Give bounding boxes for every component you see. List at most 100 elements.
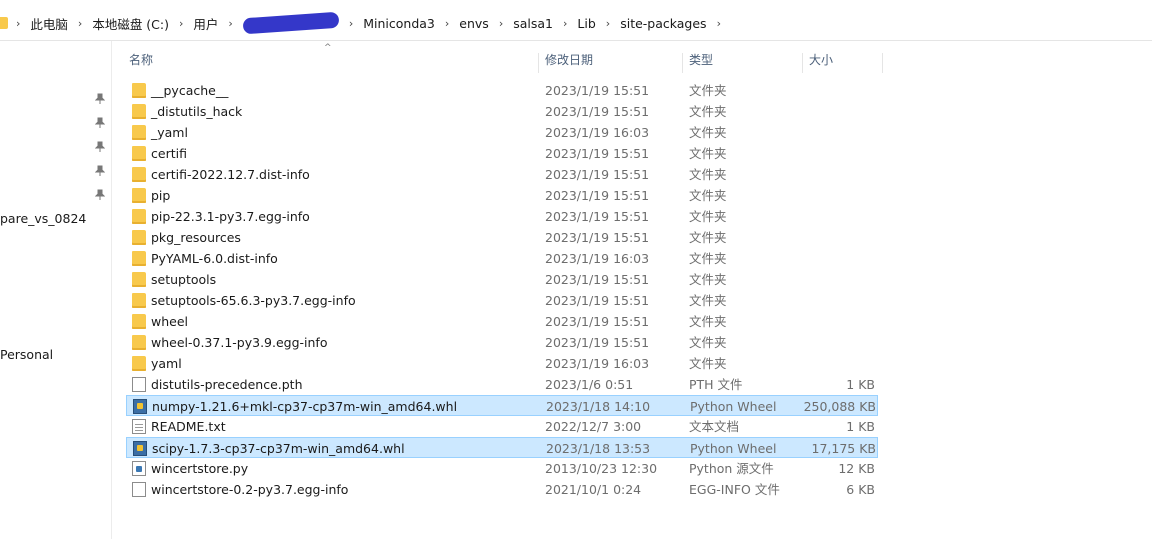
- file-date-modified: 2023/1/19 16:03: [545, 356, 650, 371]
- file-type: 文件夹: [689, 356, 727, 371]
- file-name: wincertstore-0.2-py3.7.egg-info: [151, 482, 349, 497]
- nav-item-personal[interactable]: Personal: [0, 347, 53, 362]
- file-name: __pycache__: [151, 83, 229, 98]
- file-date-modified: 2023/1/19 15:51: [545, 104, 650, 119]
- file-date-modified: 2023/1/19 15:51: [545, 293, 650, 308]
- chevron-right-icon[interactable]: ›: [224, 17, 236, 30]
- file-type: 文件夹: [689, 251, 727, 266]
- file-row[interactable]: setuptools-65.6.3-py3.7.egg-info 2023/1/1…: [126, 290, 878, 311]
- file-date-modified: 2023/1/19 15:51: [545, 188, 650, 203]
- column-header-date[interactable]: 修改日期: [539, 53, 683, 73]
- file-type: 文件夹: [689, 293, 727, 308]
- file-row[interactable]: README.txt 2022/12/7 3:00 文本文档 1 KB: [126, 416, 878, 437]
- python-wheel-icon: [133, 399, 147, 414]
- file-type: 文件夹: [689, 146, 727, 161]
- file-date-modified: 2023/1/19 15:51: [545, 272, 650, 287]
- file-name: PyYAML-6.0.dist-info: [151, 251, 278, 266]
- file-row[interactable]: certifi-2022.12.7.dist-info 2023/1/19 15:…: [126, 164, 878, 185]
- breadcrumb: › 此电脑 › 本地磁盘 (C:) › 用户 › › Miniconda3 › …: [0, 11, 725, 35]
- file-type: 文件夹: [689, 167, 727, 182]
- pin-icon[interactable]: [95, 93, 105, 105]
- breadcrumb-item-lib[interactable]: Lib: [571, 16, 601, 31]
- column-header-size[interactable]: 大小: [803, 53, 883, 73]
- file-size: 250,088 KB: [803, 399, 876, 414]
- chevron-right-icon[interactable]: ›: [175, 17, 187, 30]
- file-date-modified: 2021/10/1 0:24: [545, 482, 642, 497]
- chevron-right-icon[interactable]: ›: [74, 17, 86, 30]
- chevron-right-icon[interactable]: ›: [602, 17, 614, 30]
- file-name: yaml: [151, 356, 182, 371]
- breadcrumb-item-site-packages[interactable]: site-packages: [614, 16, 712, 31]
- chevron-right-icon[interactable]: ›: [495, 17, 507, 30]
- chevron-right-icon[interactable]: ›: [713, 17, 725, 30]
- file-name: pip: [151, 188, 171, 203]
- file-type: 文本文档: [689, 419, 740, 434]
- folder-icon: [132, 356, 146, 371]
- file-name: certifi: [151, 146, 187, 161]
- column-header-name[interactable]: 名称: [123, 53, 539, 73]
- chevron-right-icon[interactable]: ›: [441, 17, 453, 30]
- breadcrumb-item-miniconda3[interactable]: Miniconda3: [357, 16, 441, 31]
- breadcrumb-item-local-disk[interactable]: 本地磁盘 (C:): [86, 14, 175, 33]
- file-size: 1 KB: [846, 377, 875, 392]
- folder-icon: [132, 314, 146, 329]
- folder-icon: [132, 146, 146, 161]
- sort-ascending-icon: ^: [324, 43, 332, 53]
- file-date-modified: 2023/1/19 15:51: [545, 230, 650, 245]
- file-name: pkg_resources: [151, 230, 241, 245]
- file-date-modified: 2023/1/18 14:10: [546, 399, 651, 414]
- file-size: 17,175 KB: [811, 441, 876, 456]
- breadcrumb-item-envs[interactable]: envs: [453, 16, 495, 31]
- file-date-modified: 2023/1/19 15:51: [545, 335, 650, 350]
- file-row[interactable]: setuptools 2023/1/19 15:51 文件夹: [126, 269, 878, 290]
- file-row[interactable]: wheel-0.37.1-py3.9.egg-info 2023/1/19 15:…: [126, 332, 878, 353]
- chevron-right-icon[interactable]: ›: [345, 17, 357, 30]
- address-bar[interactable]: › 此电脑 › 本地磁盘 (C:) › 用户 › › Miniconda3 › …: [0, 0, 1152, 41]
- file-row[interactable]: pip 2023/1/19 15:51 文件夹: [126, 185, 878, 206]
- pin-icon[interactable]: [95, 189, 105, 201]
- pin-icon[interactable]: [95, 165, 105, 177]
- file-row[interactable]: wincertstore.py 2013/10/23 12:30 Python 源文…: [126, 458, 878, 479]
- column-header-type[interactable]: 类型: [683, 53, 803, 73]
- breadcrumb-item-users[interactable]: 用户: [187, 14, 224, 33]
- redaction-mark: [242, 11, 340, 35]
- file-date-modified: 2023/1/19 15:51: [545, 167, 650, 182]
- file-row[interactable]: yaml 2023/1/19 16:03 文件夹: [126, 353, 878, 374]
- text-file-icon: [132, 419, 146, 434]
- pin-icon[interactable]: [95, 141, 105, 153]
- folder-icon: [132, 83, 146, 98]
- file-name: _yaml: [151, 125, 188, 140]
- file-name: wheel-0.37.1-py3.9.egg-info: [151, 335, 328, 350]
- nav-item-pare-vs[interactable]: pare_vs_0824: [0, 211, 86, 226]
- file-row[interactable]: __pycache__ 2023/1/19 15:51 文件夹: [126, 80, 878, 101]
- file-row[interactable]: numpy-1.21.6+mkl-cp37-cp37m-win_amd64.wh…: [126, 395, 878, 416]
- file-name: numpy-1.21.6+mkl-cp37-cp37m-win_amd64.wh…: [152, 399, 458, 414]
- breadcrumb-item-this-pc[interactable]: 此电脑: [24, 14, 74, 33]
- document-icon: [132, 482, 146, 497]
- navigation-pane[interactable]: pare_vs_0824 Personal: [0, 41, 112, 539]
- file-type: Python Wheel: [690, 399, 777, 414]
- chevron-right-icon[interactable]: ›: [559, 17, 571, 30]
- file-list[interactable]: ^ 名称 修改日期 类型 大小 __pycache__ 2023/1/19 15:…: [118, 41, 918, 539]
- folder-icon: [132, 104, 146, 119]
- file-row[interactable]: certifi 2023/1/19 15:51 文件夹: [126, 143, 878, 164]
- file-row[interactable]: distutils-precedence.pth 2023/1/6 0:51 PTH…: [126, 374, 878, 395]
- file-row[interactable]: wincertstore-0.2-py3.7.egg-info 2021/10/1…: [126, 479, 878, 500]
- folder-icon: [132, 293, 146, 308]
- file-row[interactable]: _distutils_hack 2023/1/19 15:51 文件夹: [126, 101, 878, 122]
- file-row[interactable]: pip-22.3.1-py3.7.egg-info 2023/1/19 15:51…: [126, 206, 878, 227]
- file-size: 12 KB: [838, 461, 875, 476]
- folder-icon: [132, 230, 146, 245]
- chevron-right-icon[interactable]: ›: [12, 17, 24, 30]
- file-row[interactable]: PyYAML-6.0.dist-info 2023/1/19 16:03 文件夹: [126, 248, 878, 269]
- file-name: _distutils_hack: [151, 104, 243, 119]
- file-row[interactable]: pkg_resources 2023/1/19 15:51 文件夹: [126, 227, 878, 248]
- file-date-modified: 2013/10/23 12:30: [545, 461, 658, 476]
- file-row[interactable]: wheel 2023/1/19 15:51 文件夹: [126, 311, 878, 332]
- file-row[interactable]: _yaml 2023/1/19 16:03 文件夹: [126, 122, 878, 143]
- file-type: 文件夹: [689, 272, 727, 287]
- file-date-modified: 2023/1/19 15:51: [545, 83, 650, 98]
- file-row[interactable]: scipy-1.7.3-cp37-cp37m-win_amd64.whl 2023…: [126, 437, 878, 458]
- breadcrumb-item-salsa1[interactable]: salsa1: [507, 16, 559, 31]
- pin-icon[interactable]: [95, 117, 105, 129]
